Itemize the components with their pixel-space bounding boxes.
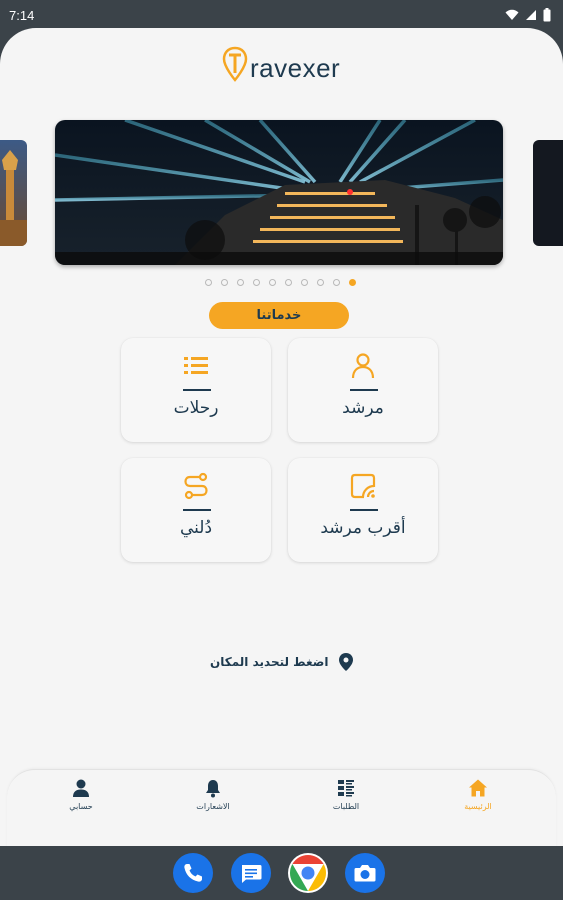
status-time: 7:14 <box>9 8 35 23</box>
chrome-app[interactable] <box>288 853 328 893</box>
nav-label: الرئيسية <box>464 802 492 811</box>
set-location-button[interactable]: اضغط لتحديد المكان <box>210 653 353 671</box>
system-dock <box>0 846 563 900</box>
nearby-signal-icon <box>350 473 376 499</box>
phone-icon <box>184 864 202 882</box>
app-screen: ravexer خدماتنا مرشد رحلات أقرب مرشد دُل… <box>0 28 563 846</box>
card-divider <box>183 509 211 511</box>
carousel-slide-previous[interactable] <box>0 140 27 246</box>
messages-app[interactable] <box>231 853 271 893</box>
list-icon <box>184 357 208 374</box>
service-card-label: رحلات <box>173 398 219 418</box>
service-card-label: دُلني <box>179 518 213 538</box>
nav-item-home[interactable]: الرئيسية <box>438 778 518 811</box>
messages-icon <box>242 865 262 883</box>
service-card-trips[interactable]: رحلات <box>121 338 271 442</box>
person-icon <box>351 353 375 379</box>
orders-icon <box>338 780 354 797</box>
carousel-dot[interactable] <box>285 279 292 286</box>
nav-label: الاشعارات <box>196 802 230 811</box>
service-card-nearest-guide[interactable]: أقرب مرشد <box>288 458 438 562</box>
logo-pin-icon <box>222 46 248 82</box>
wifi-icon <box>505 9 519 20</box>
carousel-dot[interactable] <box>205 279 212 286</box>
nav-label: حسابي <box>69 802 93 811</box>
camera-app[interactable] <box>345 853 385 893</box>
card-divider <box>350 389 378 391</box>
phone-app[interactable] <box>173 853 213 893</box>
account-icon <box>73 779 89 797</box>
service-card-label: أقرب مرشد <box>320 518 406 538</box>
logo-text: ravexer <box>250 53 341 83</box>
carousel-dot[interactable] <box>269 279 276 286</box>
carousel-slide-next[interactable] <box>533 140 563 246</box>
services-title: خدماتنا <box>209 302 349 329</box>
card-divider <box>183 389 211 391</box>
status-icons <box>505 8 551 22</box>
nav-item-notifications[interactable]: الاشعارات <box>173 778 253 811</box>
carousel-dot[interactable] <box>237 279 244 286</box>
app-logo: ravexer <box>222 46 340 82</box>
chrome-icon <box>289 855 327 891</box>
service-card-label: مرشد <box>342 398 384 418</box>
nav-label: الطلبات <box>332 802 360 811</box>
location-pin-icon <box>338 653 353 671</box>
carousel-dot[interactable] <box>333 279 340 286</box>
nav-item-orders[interactable]: الطلبات <box>306 778 386 811</box>
route-icon <box>184 472 208 500</box>
location-text: اضغط لتحديد المكان <box>210 655 329 669</box>
camera-icon <box>354 865 376 882</box>
bottom-navigation: حسابي الاشعارات الطلبات الرئيسية <box>7 769 556 846</box>
carousel-indicator <box>0 279 563 289</box>
carousel-slide-main[interactable] <box>55 120 503 265</box>
service-card-guide[interactable]: مرشد <box>288 338 438 442</box>
home-icon <box>469 779 487 797</box>
carousel-dot[interactable] <box>317 279 324 286</box>
signal-icon <box>526 10 536 20</box>
carousel-dot[interactable] <box>221 279 228 286</box>
carousel-dot-active[interactable] <box>349 279 356 286</box>
nav-item-account[interactable]: حسابي <box>41 778 121 811</box>
bell-icon <box>206 780 220 798</box>
battery-icon <box>543 8 551 22</box>
service-card-guide-me[interactable]: دُلني <box>121 458 271 562</box>
carousel-dot[interactable] <box>301 279 308 286</box>
card-divider <box>350 509 378 511</box>
carousel-dot[interactable] <box>253 279 260 286</box>
image-carousel[interactable] <box>0 118 563 268</box>
